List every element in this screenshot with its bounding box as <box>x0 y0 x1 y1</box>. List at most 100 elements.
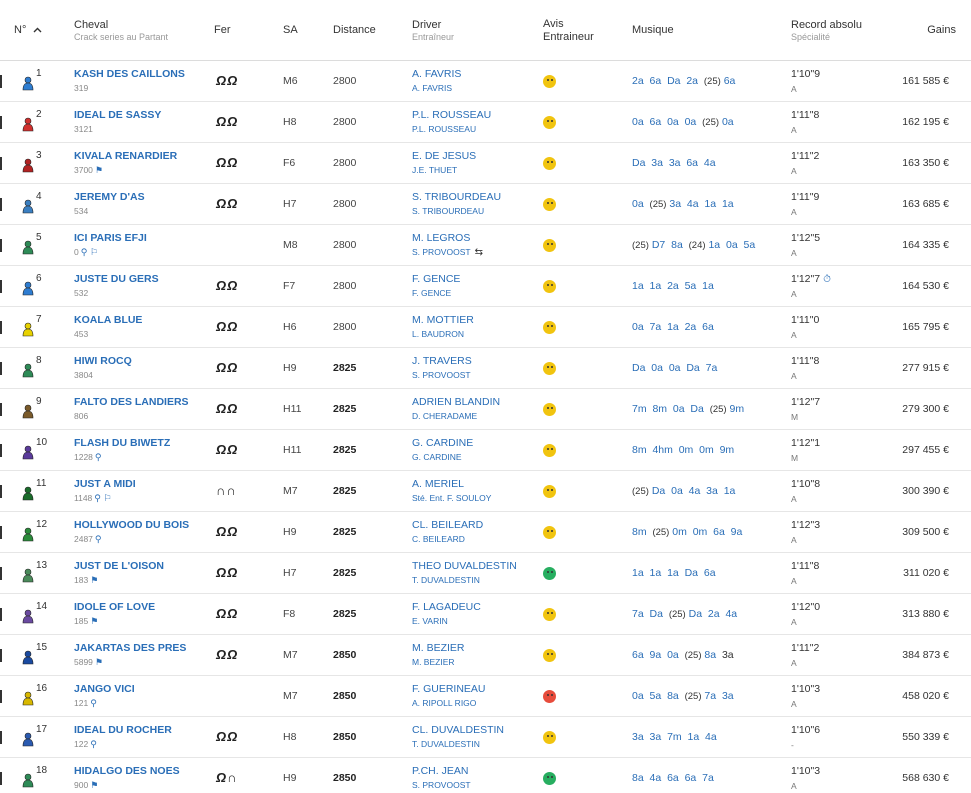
trainer-opinion-neutral-icon[interactable] <box>543 731 556 744</box>
driver-link[interactable]: S. TRIBOURDEAU <box>412 191 501 203</box>
musique-results[interactable]: 1a 1a 2a 5a 1a <box>632 280 714 292</box>
musique-results[interactable]: Da 3a 3a 6a 4a <box>632 157 716 169</box>
table-row[interactable]: 18 HIDALGO DES NOES 900 ⚑ Ω∩ H9 2850 P.CH. JEAN… <box>0 758 971 793</box>
header-musique[interactable]: Musique <box>632 24 674 36</box>
table-row[interactable]: 6 JUSTE DU GERS 532 ΩΩ F7 2800 F. GENCE F. GENC… <box>0 266 971 307</box>
trainer-link[interactable]: F. GENCE <box>412 288 451 298</box>
driver-link[interactable]: F. GENCE <box>412 273 460 285</box>
horse-name-link[interactable]: KIVALA RENARDIER <box>74 150 177 162</box>
table-row[interactable]: 9 FALTO DES LANDIERS 806 ΩΩ H11 2825 ADRIEN BL… <box>0 389 971 430</box>
driver-link[interactable]: P.L. ROUSSEAU <box>412 109 491 121</box>
musique-results[interactable]: Da 0a 0a Da 7a <box>632 362 717 374</box>
header-gains[interactable]: Gains <box>927 24 956 36</box>
driver-link[interactable]: M. MOTTIER <box>412 314 474 326</box>
musique-results[interactable]: (25) D7 8a (24) 1a 0a 5a <box>632 239 755 251</box>
table-row[interactable]: 4 JEREMY D'AS 534 ΩΩ H7 2800 S. TRIBOURDEAU S. … <box>0 184 971 225</box>
trainer-link[interactable]: S. TRIBOURDEAU <box>412 206 484 216</box>
driver-link[interactable]: E. DE JESUS <box>412 150 476 162</box>
musique-results[interactable]: 0a 6a 0a 0a (25) 0a <box>632 116 734 128</box>
table-row[interactable]: 2 IDEAL DE SASSY 3121 ΩΩ H8 2800 P.L. ROUSSEAU… <box>0 102 971 143</box>
table-row[interactable]: 16 JANGO VICI 121 ⚲ M7 2850 F. GUERINEAU A. RIP… <box>0 676 971 717</box>
horse-name-link[interactable]: IDEAL DE SASSY <box>74 109 161 121</box>
trainer-opinion-neutral-icon[interactable] <box>543 403 556 416</box>
driver-link[interactable]: CL. DUVALDESTIN <box>412 724 504 736</box>
musique-results[interactable]: (25) Da 0a 4a 3a 1a <box>632 485 735 497</box>
sort-chevron-up-icon[interactable] <box>33 24 42 36</box>
musique-results[interactable]: 6a 9a 0a (25) 8a 3a <box>632 649 734 661</box>
trainer-link[interactable]: S. PROVOOST <box>412 780 471 790</box>
table-row[interactable]: 7 KOALA BLUE 453 ΩΩ H6 2800 M. MOTTIER L. BAUDR… <box>0 307 971 348</box>
header-avis[interactable]: Avis Entraineur <box>543 18 605 44</box>
trainer-opinion-neutral-icon[interactable] <box>543 75 556 88</box>
trainer-link[interactable]: Sté. Ent. F. SOULOY <box>412 493 491 503</box>
horse-name-link[interactable]: JANGO VICI <box>74 683 135 695</box>
trainer-link[interactable]: M. BEZIER <box>412 657 455 667</box>
trainer-link[interactable]: P.L. ROUSSEAU <box>412 124 476 134</box>
trainer-opinion-good-icon[interactable] <box>543 567 556 580</box>
trainer-opinion-neutral-icon[interactable] <box>543 239 556 252</box>
trainer-link[interactable]: C. BEILEARD <box>412 534 465 544</box>
trainer-opinion-neutral-icon[interactable] <box>543 526 556 539</box>
driver-link[interactable]: THEO DUVALDESTIN <box>412 560 517 572</box>
musique-results[interactable]: 0a 7a 1a 2a 6a <box>632 321 714 333</box>
table-row[interactable]: 13 JUST DE L'OISON 183 ⚑ ΩΩ H7 2825 THEO DUVALD… <box>0 553 971 594</box>
horse-name-link[interactable]: JUSTE DU GERS <box>74 273 159 285</box>
driver-link[interactable]: G. CARDINE <box>412 437 473 449</box>
horse-name-link[interactable]: HIDALGO DES NOES <box>74 765 180 777</box>
trainer-opinion-neutral-icon[interactable] <box>543 362 556 375</box>
horse-name-link[interactable]: HIWI ROCQ <box>74 355 132 367</box>
horse-name-link[interactable]: ICI PARIS EFJI <box>74 232 147 244</box>
driver-link[interactable]: A. FAVRIS <box>412 68 461 80</box>
header-fer[interactable]: Fer <box>214 24 231 36</box>
header-record[interactable]: Record absolu Spécialité <box>791 19 862 42</box>
trainer-opinion-neutral-icon[interactable] <box>543 280 556 293</box>
driver-link[interactable]: F. LAGADEUC <box>412 601 481 613</box>
musique-results[interactable]: 0a 5a 8a (25) 7a 3a <box>632 690 734 702</box>
musique-results[interactable]: 3a 3a 7m 1a 4a <box>632 731 717 743</box>
table-row[interactable]: 3 KIVALA RENARDIER 3700 ⚑ ΩΩ F6 2800 E. DE JESU… <box>0 143 971 184</box>
musique-results[interactable]: 8a 4a 6a 6a 7a <box>632 772 714 784</box>
horse-name-link[interactable]: KASH DES CAILLONS <box>74 68 185 80</box>
header-cheval[interactable]: Cheval Crack series au Partant <box>74 19 168 42</box>
table-row[interactable]: 14 IDOLE OF LOVE 185 ⚑ ΩΩ F8 2825 F. LAGADEUC E.… <box>0 594 971 635</box>
header-num[interactable]: N° <box>14 24 42 36</box>
horse-name-link[interactable]: JUST A MIDI <box>74 478 136 490</box>
horse-name-link[interactable]: FLASH DU BIWETZ <box>74 437 170 449</box>
trainer-link[interactable]: A. FAVRIS <box>412 83 452 93</box>
trainer-opinion-neutral-icon[interactable] <box>543 157 556 170</box>
trainer-opinion-neutral-icon[interactable] <box>543 444 556 457</box>
trainer-link[interactable]: T. DUVALDESTIN <box>412 739 480 749</box>
table-row[interactable]: 8 HIWI ROCQ 3804 ΩΩ H9 2825 J. TRAVERS S. PROVO… <box>0 348 971 389</box>
horse-name-link[interactable]: JUST DE L'OISON <box>74 560 164 572</box>
trainer-link[interactable]: A. RIPOLL RIGO <box>412 698 476 708</box>
table-row[interactable]: 1 KASH DES CAILLONS 319 ΩΩ M6 2800 A. FAVRIS A.… <box>0 61 971 102</box>
trainer-link[interactable]: T. DUVALDESTIN <box>412 575 480 585</box>
table-row[interactable]: 15 JAKARTAS DES PRES 5899 ⚑ ΩΩ M7 2850 M. BEZIE… <box>0 635 971 676</box>
driver-link[interactable]: M. BEZIER <box>412 642 465 654</box>
driver-link[interactable]: P.CH. JEAN <box>412 765 468 777</box>
horse-name-link[interactable]: KOALA BLUE <box>74 314 142 326</box>
trainer-opinion-good-icon[interactable] <box>543 772 556 785</box>
musique-results[interactable]: 7a Da (25) Da 2a 4a <box>632 608 737 620</box>
header-distance[interactable]: Distance <box>333 24 376 36</box>
trainer-opinion-neutral-icon[interactable] <box>543 485 556 498</box>
musique-results[interactable]: 8m 4hm 0m 0m 9m <box>632 444 734 456</box>
table-row[interactable]: 5 ICI PARIS EFJI 0 ⚲ ⚐ M8 2800 M. LEGROS S. PRO… <box>0 225 971 266</box>
driver-link[interactable]: CL. BEILEARD <box>412 519 483 531</box>
musique-results[interactable]: 1a 1a 1a Da 6a <box>632 567 716 579</box>
table-row[interactable]: 17 IDEAL DU ROCHER 122 ⚲ ΩΩ H8 2850 CL. DUVALDE… <box>0 717 971 758</box>
horse-name-link[interactable]: JEREMY D'AS <box>74 191 145 203</box>
musique-results[interactable]: 7m 8m 0a Da (25) 9m <box>632 403 744 415</box>
trainer-link[interactable]: S. PROVOOST <box>412 370 471 380</box>
trainer-opinion-neutral-icon[interactable] <box>543 321 556 334</box>
horse-name-link[interactable]: IDEAL DU ROCHER <box>74 724 172 736</box>
driver-link[interactable]: M. LEGROS <box>412 232 470 244</box>
musique-results[interactable]: 2a 6a Da 2a (25) 6a <box>632 75 735 87</box>
horse-name-link[interactable]: JAKARTAS DES PRES <box>74 642 186 654</box>
trainer-link[interactable]: D. CHERADAME <box>412 411 477 421</box>
header-driver[interactable]: Driver Entraîneur <box>412 19 454 42</box>
trainer-opinion-neutral-icon[interactable] <box>543 116 556 129</box>
trainer-opinion-neutral-icon[interactable] <box>543 608 556 621</box>
trainer-opinion-neutral-icon[interactable] <box>543 649 556 662</box>
trainer-opinion-bad-icon[interactable] <box>543 690 556 703</box>
